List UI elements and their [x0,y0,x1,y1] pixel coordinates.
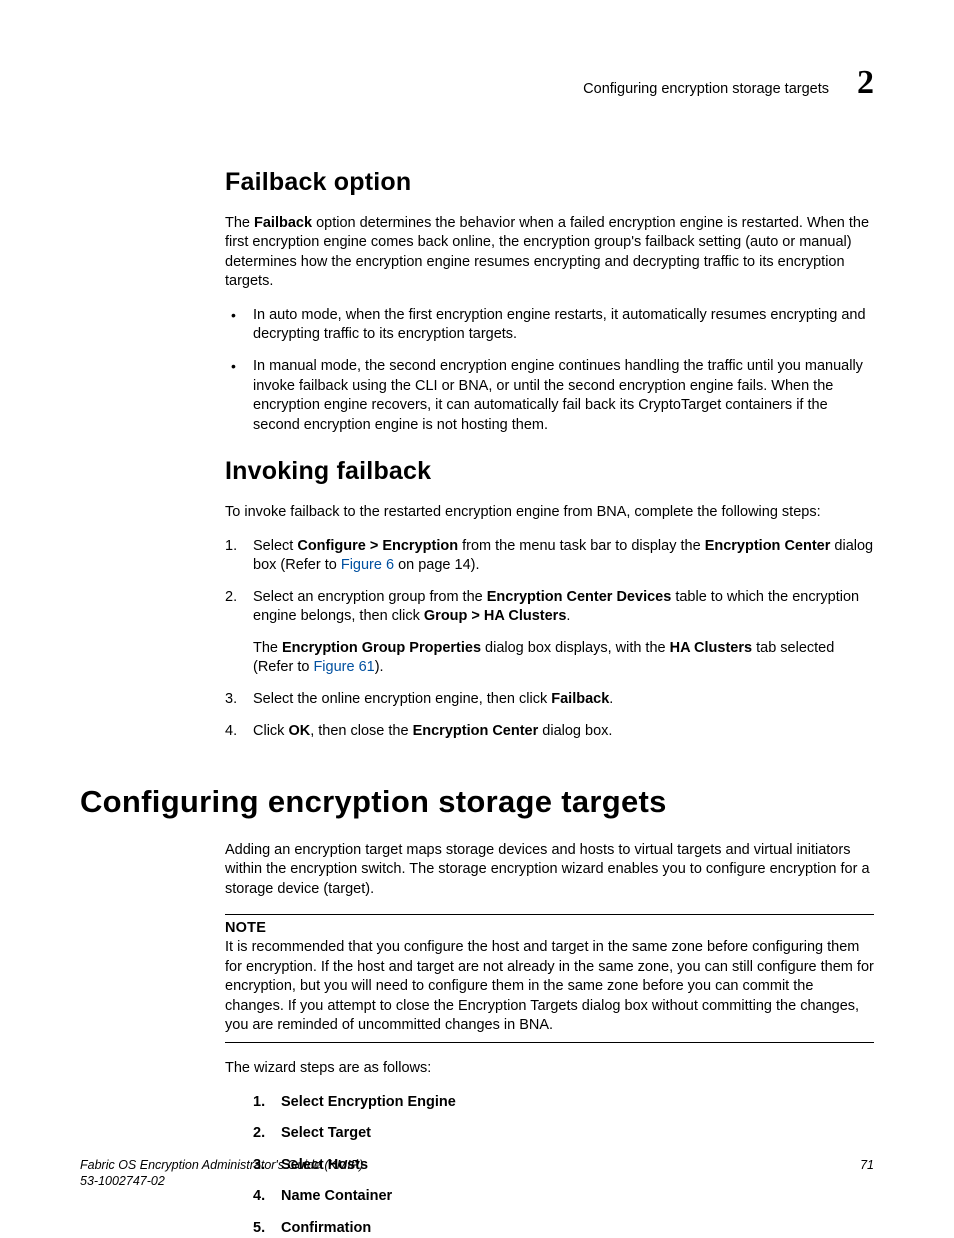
paragraph: The wizard steps are as follows: [225,1059,874,1079]
ui-term: Encryption Center [413,723,539,739]
wizard-step: Confirmation [253,1219,874,1238]
text: dialog box. [538,723,612,739]
text: Select an encryption group from the [253,589,487,605]
text: option determines the behavior when a fa… [225,215,869,290]
paragraph: The Failback option determines the behav… [225,214,874,292]
step-list: Select Configure > Encryption from the m… [225,537,874,742]
ui-term: OK [288,723,310,739]
xref-link[interactable]: Figure 61 [313,659,374,675]
step-item: Click OK, then close the Encryption Cent… [225,722,874,742]
running-title: Configuring encryption storage targets [583,80,829,100]
ui-term: HA Clusters [670,640,752,656]
note-body: It is recommended that you configure the… [225,938,874,1036]
text: from the menu task bar to display the [458,538,705,554]
wizard-step: Select Encryption Engine [253,1093,874,1113]
divider [225,1042,874,1043]
text: Select [253,538,297,554]
step-item: Select an encryption group from the Encr… [225,588,874,678]
heading-invoking-failback: Invoking failback [225,455,874,489]
menu-path: Group > HA Clusters [424,608,566,624]
text: Click [253,723,288,739]
chapter-number: 2 [857,60,874,106]
menu-path: Configure > Encryption [297,538,458,554]
text: on page 14). [394,557,479,573]
text: Select the online encryption engine, the… [253,691,551,707]
note-block: NOTE It is recommended that you configur… [225,914,874,1043]
bullet-item: In manual mode, the second encryption en… [225,357,874,435]
wizard-step: Select Target [253,1124,874,1144]
bullet-item: In auto mode, when the first encryption … [225,306,874,345]
text: . [566,608,570,624]
wizard-step: Name Container [253,1187,874,1207]
paragraph: To invoke failback to the restarted encr… [225,503,874,523]
bullet-list: In auto mode, when the first encryption … [225,306,874,435]
text: The [253,640,282,656]
xref-link[interactable]: Figure 6 [341,557,394,573]
text: . [609,691,613,707]
ui-term: Encryption Center Devices [487,589,672,605]
ui-term: Failback [551,691,609,707]
text: ). [375,659,384,675]
heading-configuring-storage-targets: Configuring encryption storage targets [80,781,874,823]
step-item: Select Configure > Encryption from the m… [225,537,874,576]
text: dialog box displays, with the [481,640,670,656]
ui-term: Encryption Group Properties [282,640,481,656]
footer-doc-number: 53-1002747-02 [80,1173,363,1189]
heading-failback-option: Failback option [225,166,874,200]
note-title: NOTE [225,919,874,939]
text: The [225,215,254,231]
paragraph: Adding an encryption target maps storage… [225,841,874,900]
term-failback: Failback [254,215,312,231]
running-header: Configuring encryption storage targets 2 [80,60,874,106]
text: , then close the [310,723,412,739]
step-item: Select the online encryption engine, the… [225,690,874,710]
footer-page-number: 71 [860,1157,874,1174]
page-footer: Fabric OS Encryption Administrator's Gui… [80,1157,874,1190]
step-sub-paragraph: The Encryption Group Properties dialog b… [253,639,874,678]
ui-term: Encryption Center [705,538,831,554]
footer-book-title: Fabric OS Encryption Administrator's Gui… [80,1157,363,1173]
divider [225,914,874,915]
